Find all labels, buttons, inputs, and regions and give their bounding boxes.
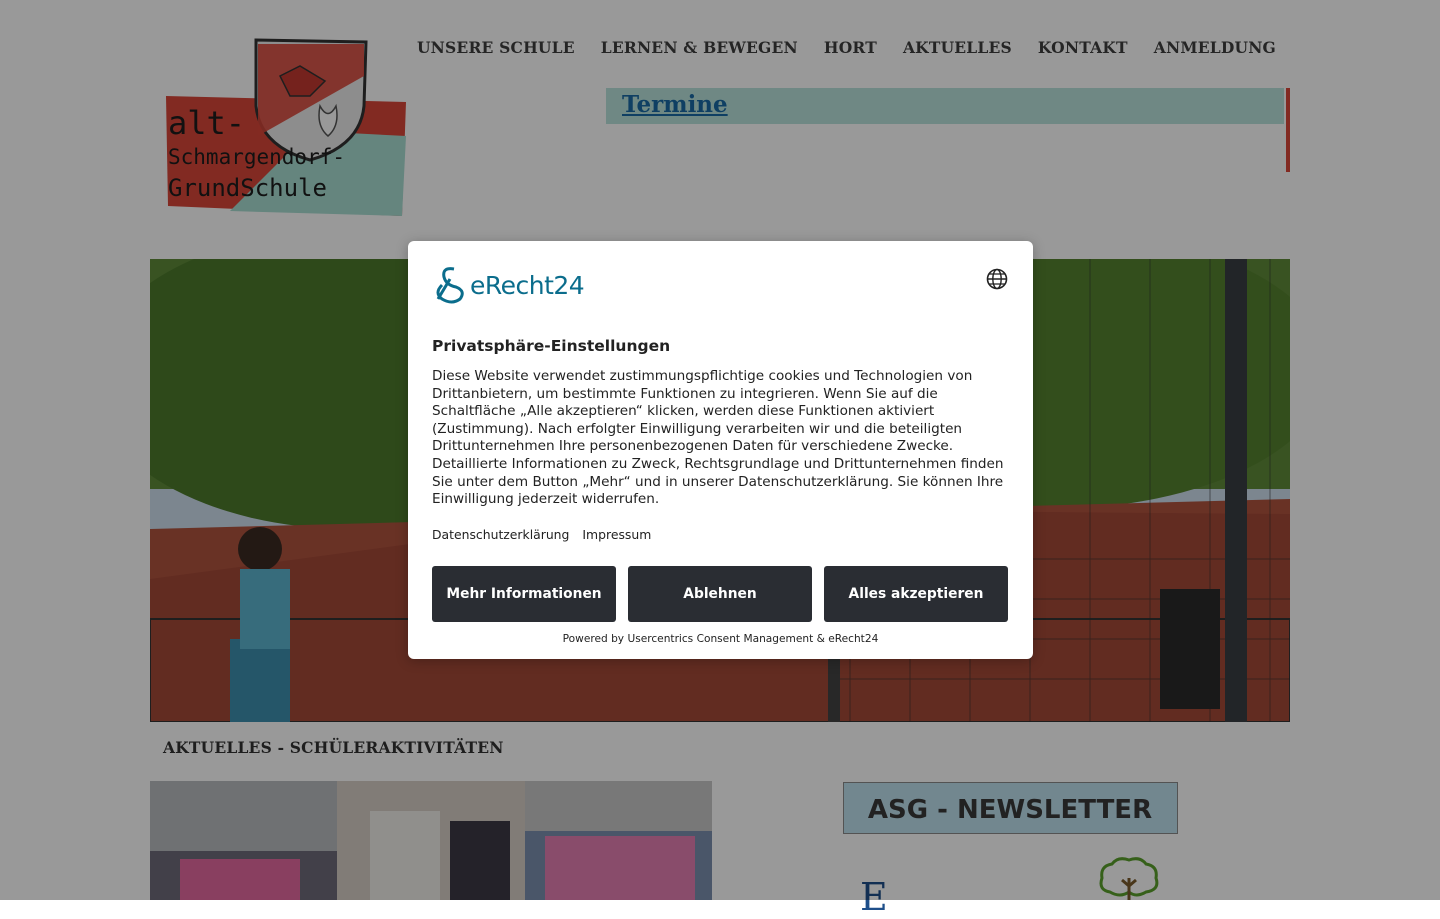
consent-body: Diese Website verwendet zustimmungspflic… <box>432 368 1004 508</box>
powered-by-text: Powered by Usercentrics Consent Manageme… <box>562 633 879 645</box>
deny-button[interactable]: Ablehnen <box>628 566 812 622</box>
imprint-link[interactable]: Impressum <box>582 527 651 542</box>
privacy-policy-link[interactable]: Datenschutzerklärung <box>432 527 569 542</box>
accept-all-button[interactable]: Alles akzeptieren <box>824 566 1008 622</box>
consent-dialog: eRecht24 Privatsphäre-Einstellungen Dies… <box>408 241 1033 659</box>
erecht24-logo-icon <box>436 267 464 304</box>
erecht24-brand: eRecht24 <box>432 265 585 305</box>
globe-icon[interactable] <box>985 267 1009 291</box>
consent-title: Privatsphäre-Einstellungen <box>432 337 671 355</box>
more-info-button[interactable]: Mehr Informationen <box>432 566 616 622</box>
page: alt- Schmargendorf- GrundSchule UNSERE S… <box>0 0 1440 916</box>
brand-name: eRecht24 <box>470 270 585 300</box>
consent-links: Datenschutzerklärung Impressum <box>432 527 651 542</box>
